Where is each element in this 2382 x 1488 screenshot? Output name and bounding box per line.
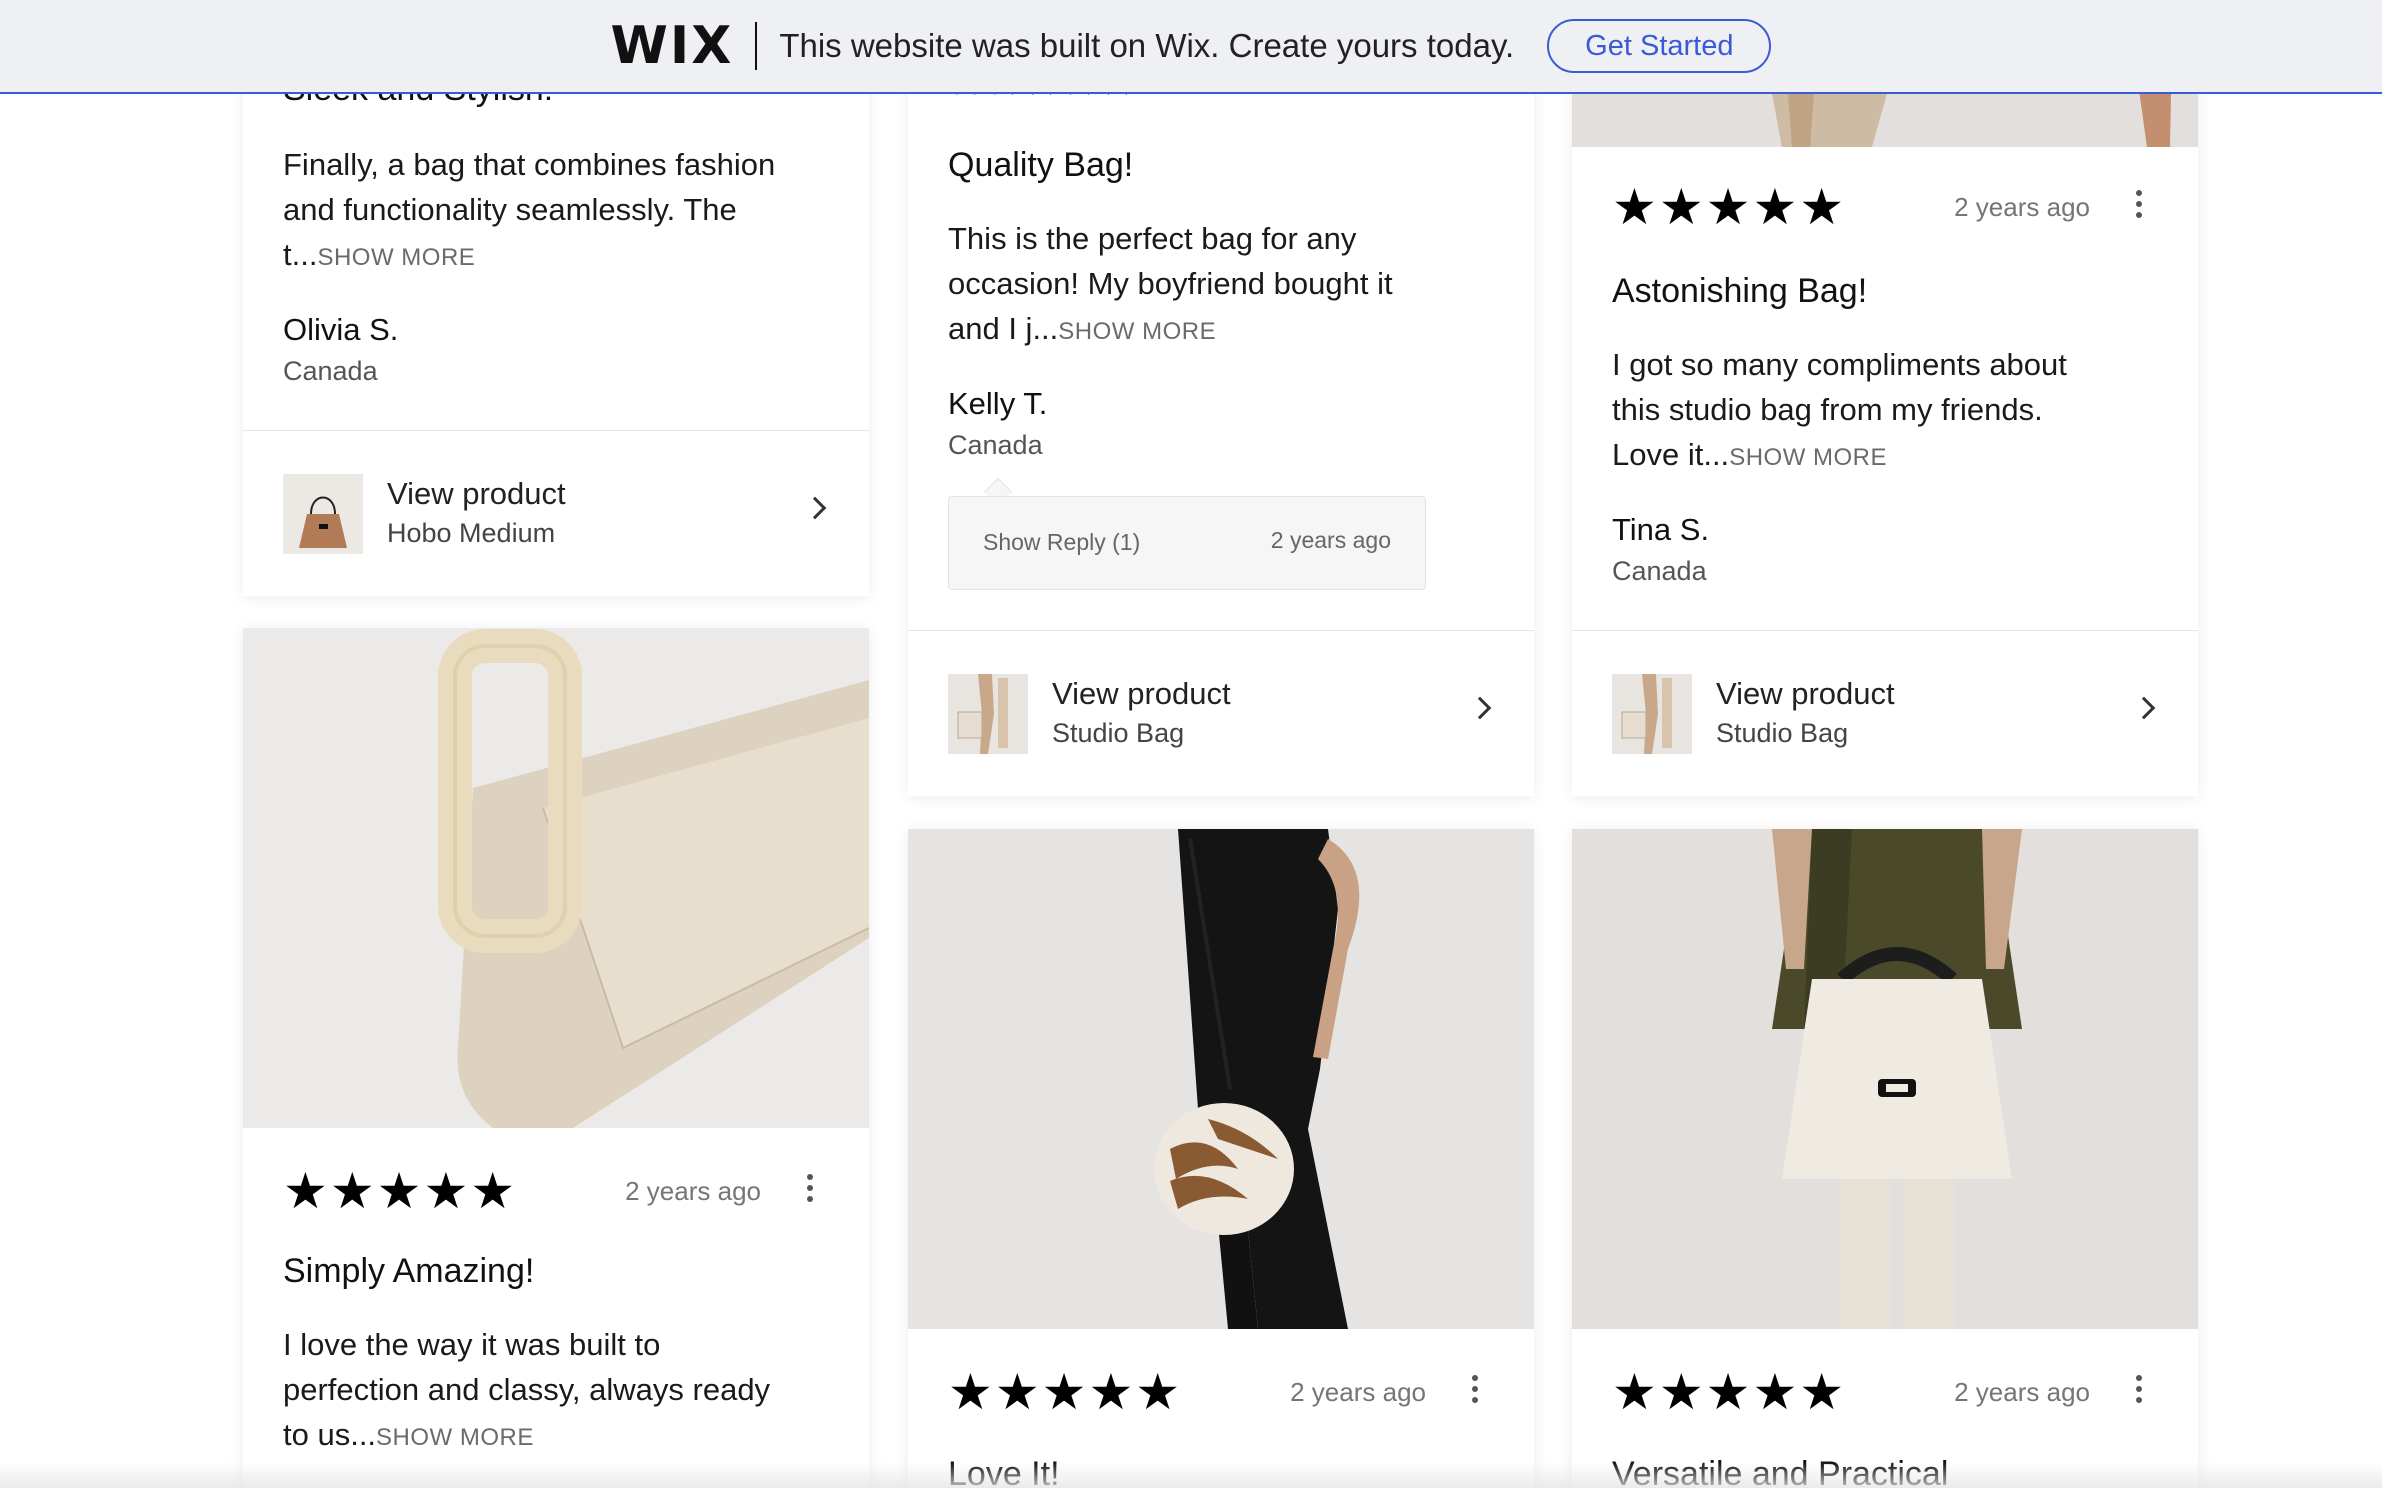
rating-stars: ★★★★★ bbox=[1612, 1364, 1847, 1420]
review-country: Canada bbox=[1612, 556, 1707, 586]
more-options-icon[interactable] bbox=[1472, 1375, 1480, 1408]
view-product-label: View product bbox=[1052, 676, 1231, 711]
review-title: Astonishing Bag! bbox=[1612, 272, 1868, 310]
review-text: I got so many compliments about this stu… bbox=[1612, 347, 2067, 472]
show-more-link[interactable]: SHOW MORE bbox=[317, 244, 475, 271]
product-name: Hobo Medium bbox=[387, 518, 556, 548]
review-age: 2 years ago bbox=[1954, 192, 2090, 222]
review-author: Kelly T. bbox=[948, 386, 1048, 421]
review-photo bbox=[1572, 829, 2198, 1329]
rating-stars: ★★★★★ bbox=[283, 1163, 518, 1219]
product-thumbnail bbox=[1612, 674, 1692, 754]
review-author: Olivia S. bbox=[283, 312, 399, 347]
review-card-versatile: ★★★★★ 2 years ago Versatile and Practica… bbox=[1572, 829, 2198, 1488]
review-country: Canada bbox=[283, 356, 378, 386]
wix-logo[interactable]: WIX bbox=[611, 16, 734, 76]
rating-stars: ★★★★★ bbox=[948, 1364, 1183, 1420]
review-card-love-it: ★★★★★ 2 years ago Love It! bbox=[908, 829, 1534, 1488]
reply-box[interactable]: Show Reply (1) 2 years ago bbox=[948, 496, 1426, 590]
review-country: Canada bbox=[948, 430, 1043, 460]
show-more-link[interactable]: SHOW MORE bbox=[1729, 444, 1887, 471]
review-age: 2 years ago bbox=[1954, 1377, 2090, 1407]
review-photo bbox=[908, 829, 1534, 1329]
review-card-sleek: Sleek and Stylish! Finally, a bag that c… bbox=[243, 40, 869, 596]
rating-stars: ★★★★★ bbox=[1612, 179, 1847, 235]
bottom-fade bbox=[0, 1462, 2382, 1488]
review-photo bbox=[243, 628, 869, 1128]
review-text: I love the way it was built to perfectio… bbox=[283, 1327, 771, 1452]
review-title: Simply Amazing! bbox=[283, 1252, 535, 1290]
view-product-row[interactable]: View product Studio Bag bbox=[1612, 674, 2158, 754]
view-product-label: View product bbox=[387, 476, 566, 511]
more-options-icon[interactable] bbox=[807, 1174, 815, 1207]
banner-divider bbox=[755, 22, 758, 70]
review-age: 2 years ago bbox=[625, 1176, 761, 1206]
card-divider bbox=[1572, 630, 2198, 631]
product-name: Studio Bag bbox=[1716, 718, 1849, 748]
view-product-row[interactable]: View product Studio Bag bbox=[948, 674, 1494, 754]
product-thumbnail bbox=[948, 674, 1028, 754]
get-started-button[interactable]: Get Started bbox=[1547, 19, 1772, 73]
view-product-row[interactable]: View product Hobo Medium bbox=[283, 474, 829, 554]
chevron-right-icon bbox=[1468, 696, 1492, 720]
show-reply-link[interactable]: Show Reply (1) bbox=[983, 529, 1140, 556]
review-text: Finally, a bag that combines fashion and… bbox=[283, 147, 776, 272]
card-divider bbox=[243, 430, 869, 431]
product-name: Studio Bag bbox=[1052, 718, 1185, 748]
chevron-right-icon bbox=[2132, 696, 2156, 720]
review-author: Tina S. bbox=[1612, 512, 1710, 547]
wix-banner: WIX This website was built on Wix. Creat… bbox=[0, 0, 2382, 94]
review-card-quality: ★★★★★ Quality Bag! This is the perfect b… bbox=[908, 40, 1534, 796]
reply-age: 2 years ago bbox=[1270, 527, 1391, 553]
card-divider bbox=[908, 630, 1534, 631]
banner-text: This website was built on Wix. Create yo… bbox=[779, 27, 1515, 64]
review-card-simply-amazing: ★★★★★ 2 years ago Simply Amazing! I love… bbox=[243, 628, 869, 1488]
review-title: Quality Bag! bbox=[948, 146, 1134, 184]
more-options-icon[interactable] bbox=[2136, 190, 2144, 223]
more-options-icon[interactable] bbox=[2136, 1375, 2144, 1408]
view-product-label: View product bbox=[1716, 676, 1895, 711]
review-text: This is the perfect bag for any occasion… bbox=[948, 221, 1393, 346]
chevron-right-icon bbox=[803, 496, 827, 520]
review-card-astonishing: ★★★★★ 2 years ago Astonishing Bag! I got… bbox=[1572, 40, 2198, 796]
review-age: 2 years ago bbox=[1290, 1377, 1426, 1407]
product-thumbnail bbox=[283, 474, 363, 554]
show-more-link[interactable]: SHOW MORE bbox=[1058, 318, 1216, 345]
show-more-link[interactable]: SHOW MORE bbox=[376, 1424, 534, 1451]
